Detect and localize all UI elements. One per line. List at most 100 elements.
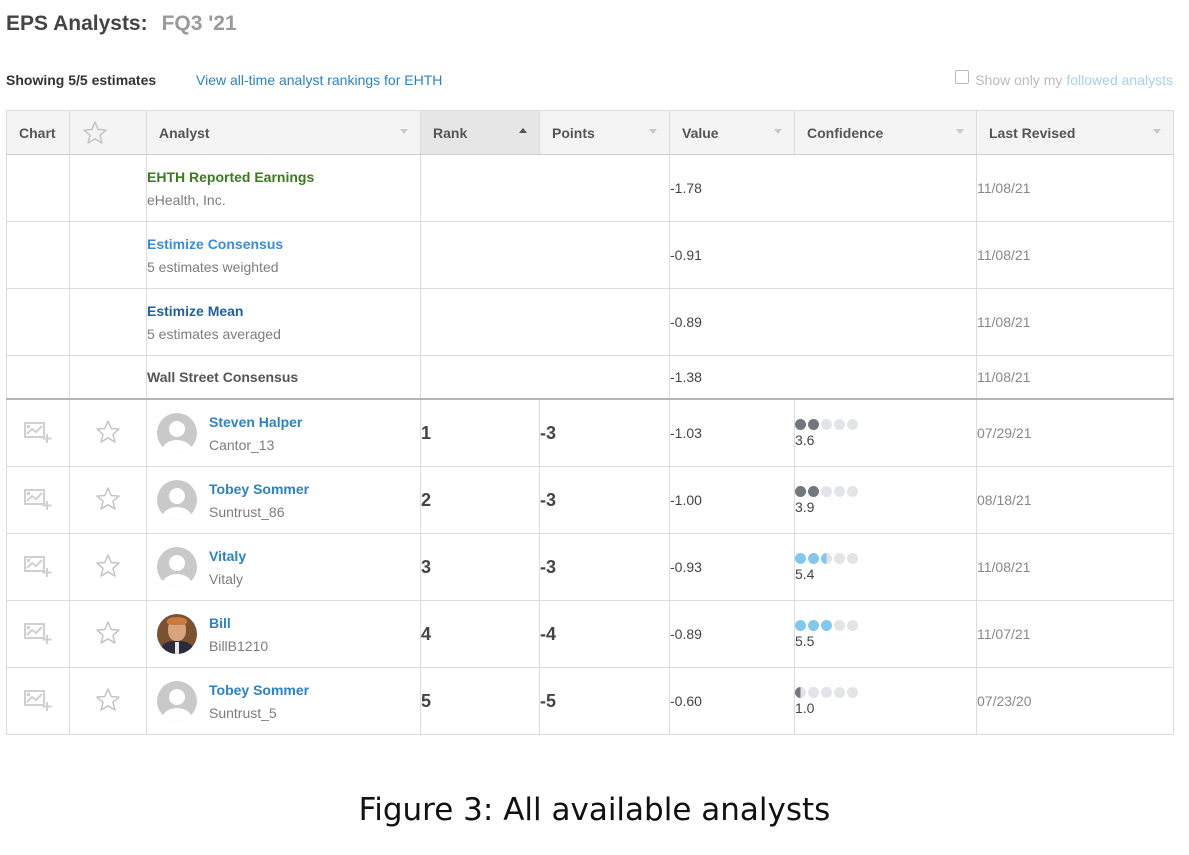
- confidence-dot: [795, 686, 806, 698]
- analyst-name-link[interactable]: Steven Halper: [209, 413, 302, 431]
- column-header-chart: Chart: [6, 110, 70, 155]
- analyst-row[interactable]: Tobey Sommer Suntrust_86 2 -3 -1.00 3.9 08/18/…: [6, 466, 1174, 534]
- last-revised-date: 11/08/21: [976, 533, 1174, 601]
- estimate-value: -0.89: [669, 600, 795, 668]
- analyst-name-link[interactable]: Tobey Sommer: [209, 480, 309, 498]
- analyst-row[interactable]: Bill BillB1210 4 -4 -0.89 5.5 11/07/21: [6, 600, 1174, 668]
- reported-value: -1.78: [669, 154, 977, 222]
- analyst-rows: Steven Halper Cantor_13 1 -3 -1.03 3.6 07/29/2…: [6, 398, 1174, 735]
- rank-value: 5: [420, 667, 540, 735]
- add-to-chart-icon[interactable]: [23, 420, 53, 444]
- confidence-score: 3.6: [795, 431, 815, 448]
- add-to-chart-icon[interactable]: [23, 554, 53, 578]
- analyst-handle: Cantor_13: [209, 436, 275, 453]
- empty-cell: [420, 288, 670, 356]
- last-revised-date: 07/23/20: [976, 667, 1174, 735]
- last-revised-date: 08/18/21: [976, 466, 1174, 534]
- add-to-chart-icon[interactable]: [23, 688, 53, 712]
- wall-street-consensus-label: Wall Street Consensus: [147, 369, 299, 385]
- value-header-label: Value: [682, 124, 719, 141]
- confidence-dot: [795, 619, 806, 631]
- estimize-mean-link[interactable]: Estimize Mean: [147, 302, 420, 320]
- column-header-last-revised[interactable]: Last Revised: [976, 110, 1174, 155]
- confidence-score: 5.4: [795, 565, 815, 582]
- estimates-count: Showing 5/5 estimates: [6, 72, 157, 88]
- followed-only-checkbox[interactable]: [955, 70, 970, 84]
- add-to-chart-icon[interactable]: [23, 487, 53, 511]
- reference-name-cell: Estimize Consensus 5 estimates weighted: [146, 221, 421, 289]
- empty-cell: [69, 355, 147, 400]
- column-header-follow[interactable]: [69, 110, 147, 155]
- avatar[interactable]: [157, 547, 197, 587]
- column-header-rank[interactable]: Rank: [420, 110, 540, 155]
- confidence-dot: [847, 686, 858, 698]
- confidence-dot: [821, 552, 832, 564]
- page-title-label: EPS Analysts:: [6, 12, 148, 35]
- estimate-value: -1.00: [669, 466, 795, 534]
- avatar[interactable]: [157, 681, 197, 721]
- rank-header-label: Rank: [433, 124, 468, 141]
- analyst-cell: Tobey Sommer Suntrust_5: [146, 667, 421, 735]
- analyst-rankings-link[interactable]: View all-time analyst rankings for EHTH: [196, 72, 442, 88]
- followed-filter[interactable]: Show only my followed analysts: [955, 70, 1173, 88]
- reported-date: 11/08/21: [976, 154, 1174, 222]
- chart-cell: [6, 667, 70, 735]
- confidence-dots: [795, 485, 976, 497]
- estimate-value: -1.03: [669, 398, 795, 467]
- sort-up-icon: [519, 128, 527, 133]
- analyst-name-link[interactable]: Vitaly: [209, 547, 246, 565]
- company-name: eHealth, Inc.: [147, 191, 226, 208]
- follow-star-icon[interactable]: [95, 486, 121, 512]
- avatar[interactable]: [157, 614, 197, 654]
- add-to-chart-icon[interactable]: [23, 621, 53, 645]
- confidence-dot: [847, 619, 858, 631]
- analyst-row[interactable]: Vitaly Vitaly 3 -3 -0.93 5.4 11/08/21: [6, 533, 1174, 601]
- chart-cell: [6, 466, 70, 534]
- sort-down-icon: [956, 129, 964, 134]
- avatar[interactable]: [157, 480, 197, 520]
- follow-star-icon[interactable]: [95, 687, 121, 713]
- column-header-confidence[interactable]: Confidence: [794, 110, 977, 155]
- wall-street-value: -1.38: [669, 355, 977, 400]
- column-header-points[interactable]: Points: [539, 110, 670, 155]
- figure-caption: Figure 3: All available analysts: [358, 792, 831, 828]
- fiscal-period: FQ3 '21: [161, 12, 237, 35]
- analyst-row[interactable]: Tobey Sommer Suntrust_5 5 -5 -0.60 1.0 07/23/2…: [6, 667, 1174, 735]
- avatar[interactable]: [157, 413, 197, 453]
- sort-down-icon: [649, 129, 657, 134]
- confidence-dot: [834, 418, 845, 430]
- follow-star-icon[interactable]: [95, 620, 121, 646]
- confidence-dot: [821, 418, 832, 430]
- confidence-cell: 5.5: [794, 600, 977, 668]
- sort-down-icon: [774, 129, 782, 134]
- analyst-name-link[interactable]: Tobey Sommer: [209, 681, 309, 699]
- column-header-value[interactable]: Value: [669, 110, 795, 155]
- follow-cell: [69, 667, 147, 735]
- follow-cell: [69, 600, 147, 668]
- empty-cell: [6, 355, 70, 400]
- consensus-date: 11/08/21: [976, 221, 1174, 289]
- followed-analysts-link[interactable]: followed analysts: [1066, 72, 1173, 88]
- analyst-estimates-table: Chart Analyst Rank Points Value Confiden…: [6, 110, 1174, 735]
- points-value: -3: [539, 466, 670, 534]
- star-outline-icon[interactable]: [82, 120, 108, 146]
- reference-name-cell: Estimize Mean 5 estimates averaged: [146, 288, 421, 356]
- reference-name-cell: EHTH Reported Earnings eHealth, Inc.: [146, 154, 421, 222]
- last-revised-header-label: Last Revised: [989, 124, 1076, 141]
- analyst-row[interactable]: Steven Halper Cantor_13 1 -3 -1.03 3.6 07/29/2…: [6, 398, 1174, 467]
- consensus-subtitle: 5 estimates weighted: [147, 258, 279, 275]
- analyst-cell: Bill BillB1210: [146, 600, 421, 668]
- estimize-consensus-link[interactable]: Estimize Consensus: [147, 235, 420, 253]
- analyst-name-link[interactable]: Bill: [209, 614, 268, 632]
- wall-street-date: 11/08/21: [976, 355, 1174, 400]
- points-value: -4: [539, 600, 670, 668]
- sort-down-icon: [1153, 129, 1161, 134]
- points-value: -3: [539, 398, 670, 467]
- confidence-dot: [808, 418, 819, 430]
- last-revised-date: 07/29/21: [976, 398, 1174, 467]
- follow-star-icon[interactable]: [95, 419, 121, 445]
- column-header-analyst[interactable]: Analyst: [146, 110, 421, 155]
- confidence-dot: [847, 485, 858, 497]
- chart-cell: [6, 398, 70, 467]
- follow-star-icon[interactable]: [95, 553, 121, 579]
